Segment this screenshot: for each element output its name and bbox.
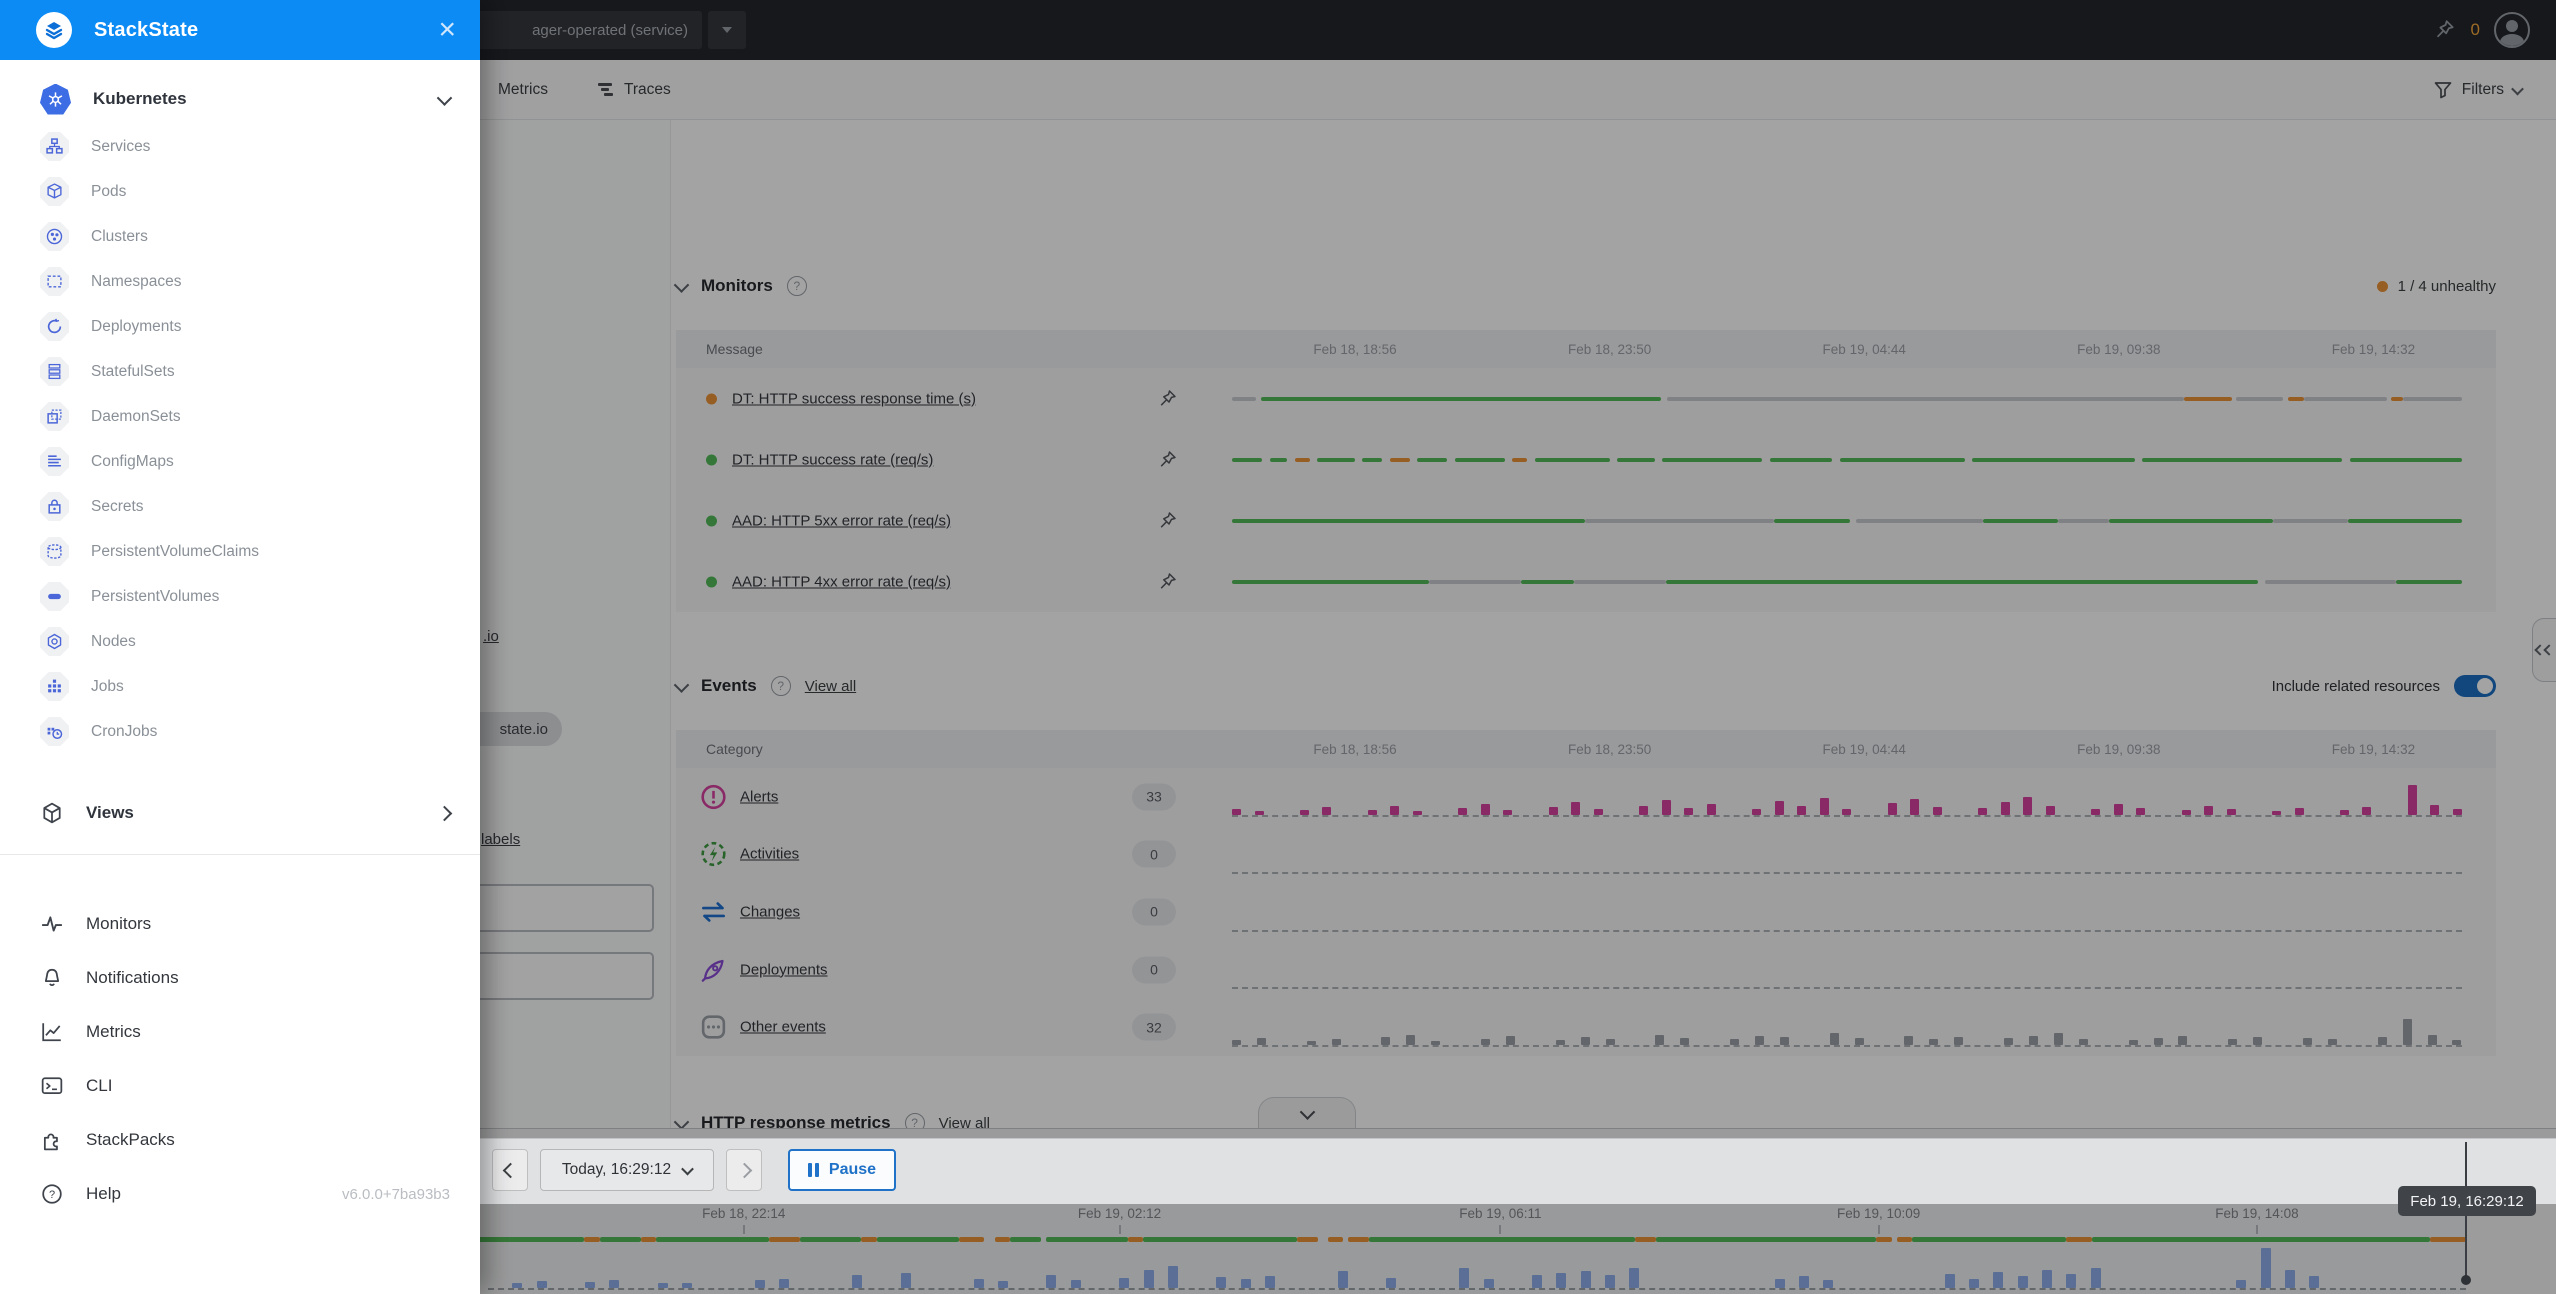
- statefulsets-icon: [40, 357, 69, 386]
- sidebar-item-label: PersistentVolumeClaims: [91, 543, 259, 561]
- sidebar-item-cronjobs[interactable]: CronJobs: [0, 709, 480, 754]
- sidebar-item-stackpacks[interactable]: StackPacks: [0, 1113, 480, 1167]
- persistentvolumeclaims-icon: [40, 537, 69, 566]
- stackstate-logo: [36, 12, 72, 48]
- sidebar-item-label: Metrics: [86, 1022, 141, 1042]
- drawer-body: Kubernetes Services Pods Clusters Namesp…: [0, 60, 480, 1294]
- sidebar-item-namespaces[interactable]: Namespaces: [0, 259, 480, 304]
- sidebar-item-label: Pods: [91, 183, 126, 201]
- drawer-header: StackState ×: [0, 0, 480, 60]
- sidebar-section-kubernetes[interactable]: Kubernetes: [0, 74, 480, 124]
- sidebar-item-secrets[interactable]: Secrets: [0, 484, 480, 529]
- views-icon: [40, 801, 64, 825]
- clusters-icon: [40, 222, 69, 251]
- sidebar-item-label: Help: [86, 1184, 121, 1204]
- sidebar-item-label: Services: [91, 138, 150, 156]
- brand-name: StackState: [94, 19, 198, 42]
- drawer-divider: [0, 854, 480, 855]
- nodes-icon: [40, 627, 69, 656]
- sidebar-item-label: Secrets: [91, 498, 144, 516]
- sidebar-item-monitors[interactable]: Monitors: [0, 897, 480, 951]
- sidebar-item-label: Notifications: [86, 968, 179, 988]
- sidebar-item-persistentvolumes[interactable]: PersistentVolumes: [0, 574, 480, 619]
- timeline-time-button[interactable]: Today, 16:29:12: [540, 1149, 714, 1191]
- kubernetes-icon: [40, 84, 71, 115]
- sidebar-item-label: StatefulSets: [91, 363, 175, 381]
- sidebar-item-label: DaemonSets: [91, 408, 181, 426]
- sidebar-item-jobs[interactable]: Jobs: [0, 664, 480, 709]
- chevron-right-icon: [736, 1162, 752, 1178]
- sidebar-item-configmaps[interactable]: ConfigMaps: [0, 439, 480, 484]
- sidebar-item-nodes[interactable]: Nodes: [0, 619, 480, 664]
- sidebar-item-statefulsets[interactable]: StatefulSets: [0, 349, 480, 394]
- pause-button[interactable]: Pause: [788, 1149, 896, 1191]
- sidebar-item-clusters[interactable]: Clusters: [0, 214, 480, 259]
- sidebar-section-label: Kubernetes: [93, 89, 187, 109]
- sidebar-item-help[interactable]: ? Help v6.0.0+7ba93b3: [0, 1167, 480, 1221]
- sidebar-item-label: StackPacks: [86, 1130, 175, 1150]
- namespaces-icon: [40, 267, 69, 296]
- monitors-icon: [40, 912, 64, 936]
- jobs-icon: [40, 672, 69, 701]
- sidebar-item-pods[interactable]: Pods: [0, 169, 480, 214]
- stackpacks-icon: [40, 1128, 64, 1152]
- metrics-icon: [40, 1020, 64, 1044]
- sidebar-item-label: ConfigMaps: [91, 453, 174, 471]
- chevron-down-icon: [681, 1162, 694, 1175]
- sidebar-item-label: Deployments: [91, 318, 181, 336]
- secrets-icon: [40, 492, 69, 521]
- sidebar-item-label: Jobs: [91, 678, 124, 696]
- sidebar-item-label: Nodes: [91, 633, 136, 651]
- persistentvolumes-icon: [40, 582, 69, 611]
- configmaps-icon: [40, 447, 69, 476]
- cronjobs-icon: [40, 717, 69, 746]
- sidebar-item-metrics[interactable]: Metrics: [0, 1005, 480, 1059]
- sidebar-item-label: Namespaces: [91, 273, 181, 291]
- sidebar-item-daemonsets[interactable]: DaemonSets: [0, 394, 480, 439]
- timeline-prev-button[interactable]: [492, 1149, 528, 1191]
- pause-label: Pause: [829, 1161, 876, 1179]
- sidebar-item-label: CLI: [86, 1076, 112, 1096]
- chevron-left-icon: [502, 1162, 518, 1178]
- chevron-right-icon: [437, 805, 453, 821]
- chevron-down-icon: [437, 90, 453, 106]
- pods-icon: [40, 177, 69, 206]
- sidebar-item-label: Views: [86, 803, 134, 823]
- sidebar-item-persistentvolumeclaims[interactable]: PersistentVolumeClaims: [0, 529, 480, 574]
- sidebar-item-label: Monitors: [86, 914, 151, 934]
- navigation-drawer: StackState × Kubernetes Services Pods Cl…: [0, 0, 480, 1294]
- sidebar-item-deployments[interactable]: Deployments: [0, 304, 480, 349]
- sidebar-item-label: PersistentVolumes: [91, 588, 219, 606]
- timeline-next-button[interactable]: [726, 1149, 762, 1191]
- daemonsets-icon: [40, 402, 69, 431]
- sidebar-item-notifications[interactable]: Notifications: [0, 951, 480, 1005]
- close-icon[interactable]: ×: [438, 15, 456, 45]
- sidebar-item-views[interactable]: Views: [0, 788, 480, 838]
- sidebar-item-cli[interactable]: CLI: [0, 1059, 480, 1113]
- sidebar-item-services[interactable]: Services: [0, 124, 480, 169]
- notifications-icon: [40, 966, 64, 990]
- sidebar-item-label: Clusters: [91, 228, 148, 246]
- cli-icon: [40, 1074, 64, 1098]
- help-icon: ?: [40, 1182, 64, 1206]
- sidebar-item-label: CronJobs: [91, 723, 157, 741]
- app-version: v6.0.0+7ba93b3: [342, 1186, 450, 1203]
- pause-icon: [808, 1163, 819, 1177]
- deployments-icon: [40, 312, 69, 341]
- services-icon: [40, 132, 69, 161]
- svg-text:?: ?: [49, 1189, 55, 1201]
- timeline-time-label: Today, 16:29:12: [562, 1161, 671, 1179]
